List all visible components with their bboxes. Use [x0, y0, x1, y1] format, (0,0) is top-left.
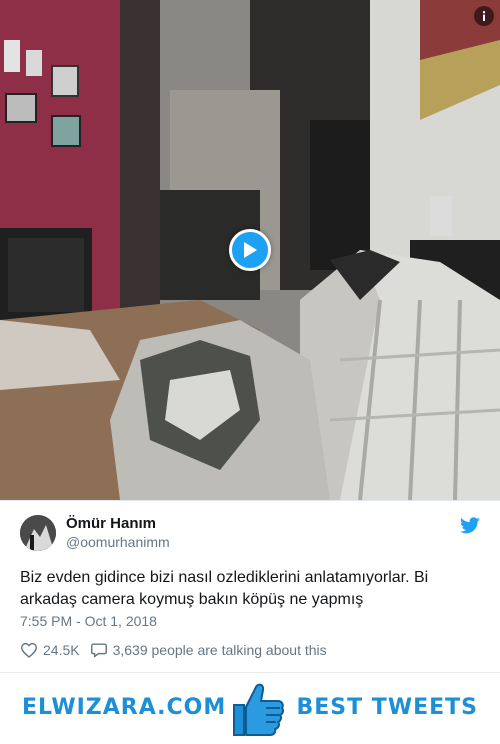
talking-action[interactable]: 3,639 people are talking about this: [90, 642, 327, 658]
tweet-text: Biz evden gidince bizi nasıl ozledikleri…: [20, 569, 429, 608]
thumbs-up-icon: [233, 683, 285, 736]
speech-bubble-icon: [90, 643, 107, 658]
play-button[interactable]: [229, 229, 271, 271]
avatar-image: [20, 515, 56, 551]
tweet-actions: 24.5K 3,639 people are talking about thi…: [20, 640, 337, 660]
brand-banner: ELWIZARA.COM BEST TWEETS: [0, 672, 500, 744]
heart-icon: [20, 642, 38, 658]
play-icon: [244, 242, 257, 258]
talking-count: 3,639 people are talking about this: [112, 642, 327, 658]
like-action[interactable]: 24.5K: [20, 642, 80, 658]
tweet-timestamp[interactable]: 7:55 PM - Oct 1, 2018: [20, 613, 157, 629]
author-handle[interactable]: @oomurhanimm: [66, 534, 170, 550]
author-name[interactable]: Ömür Hanım: [66, 515, 156, 532]
tweet-card[interactable]: Ömür Hanım @oomurhanimm Biz evden gidinc…: [0, 500, 500, 672]
info-button[interactable]: [474, 6, 494, 26]
tweet-video[interactable]: [0, 0, 500, 500]
like-count: 24.5K: [43, 642, 80, 658]
info-icon: [482, 11, 486, 21]
twitter-bird-icon[interactable]: [460, 517, 480, 534]
best-tweets-label: BEST TWEETS: [296, 695, 478, 720]
avatar[interactable]: [20, 515, 56, 551]
site-name[interactable]: ELWIZARA.COM: [22, 695, 226, 720]
